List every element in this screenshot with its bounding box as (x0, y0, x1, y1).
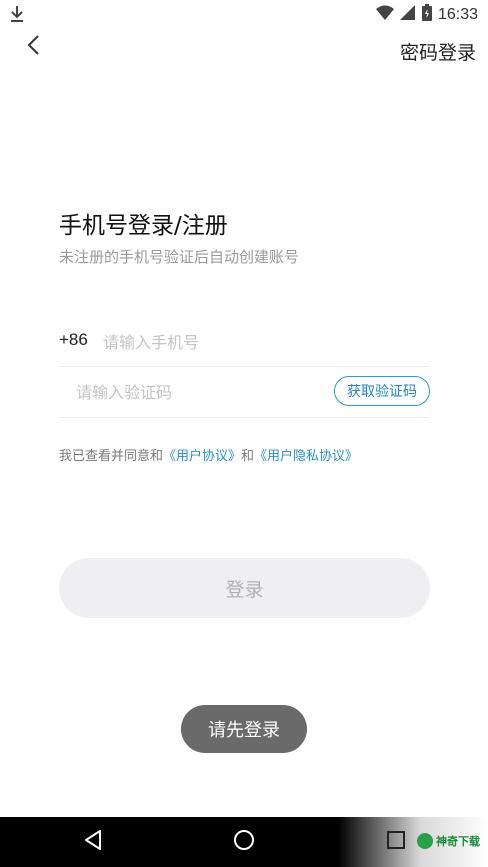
status-bar: 16:33 (0, 0, 488, 30)
wifi-icon (375, 5, 394, 25)
cell-signal-icon (399, 4, 416, 25)
agreement-prefix: 我已查看并同意和 (59, 449, 164, 464)
phone-input[interactable] (103, 326, 423, 358)
country-code[interactable]: +86 (59, 330, 88, 350)
get-code-button[interactable]: 获取验证码 (334, 376, 430, 406)
password-login-link[interactable]: 密码登录 (400, 38, 476, 65)
watermark-text: 神奇下载 (436, 835, 480, 848)
chevron-left-icon (26, 34, 40, 60)
nav-home-icon (233, 829, 255, 855)
nav-recent-icon (386, 830, 406, 854)
login-button[interactable]: 登录 (59, 558, 430, 618)
nav-recent-button[interactable] (383, 829, 409, 855)
watermark: 神奇下载 (417, 833, 480, 849)
status-icons: 16:33 (375, 4, 478, 25)
agreement-conjunction: 和 (241, 449, 255, 464)
verification-code-input[interactable] (76, 376, 316, 408)
page-title: 手机号登录/注册 (59, 213, 228, 239)
user-agreement-link[interactable]: 《用户协议》 (163, 449, 241, 464)
nav-back-button[interactable] (80, 829, 106, 855)
download-icon (10, 5, 24, 27)
watermark-logo-icon (417, 833, 433, 849)
code-row: 获取验证码 (59, 367, 430, 418)
phone-row: +86 (59, 320, 430, 367)
agreement-text: 我已查看并同意和《用户协议》和《用户隐私协议》 (59, 445, 358, 464)
battery-icon (421, 4, 432, 25)
nav-back-icon (83, 829, 103, 855)
status-time: 16:33 (437, 5, 478, 23)
back-button[interactable] (20, 34, 46, 60)
nav-home-button[interactable] (231, 829, 257, 855)
navigation-bar: 神奇下载 (0, 817, 488, 867)
page-subtitle: 未注册的手机号验证后自动创建账号 (59, 248, 300, 266)
toast-message: 请先登录 (181, 705, 307, 753)
privacy-agreement-link[interactable]: 《用户隐私协议》 (254, 449, 358, 464)
